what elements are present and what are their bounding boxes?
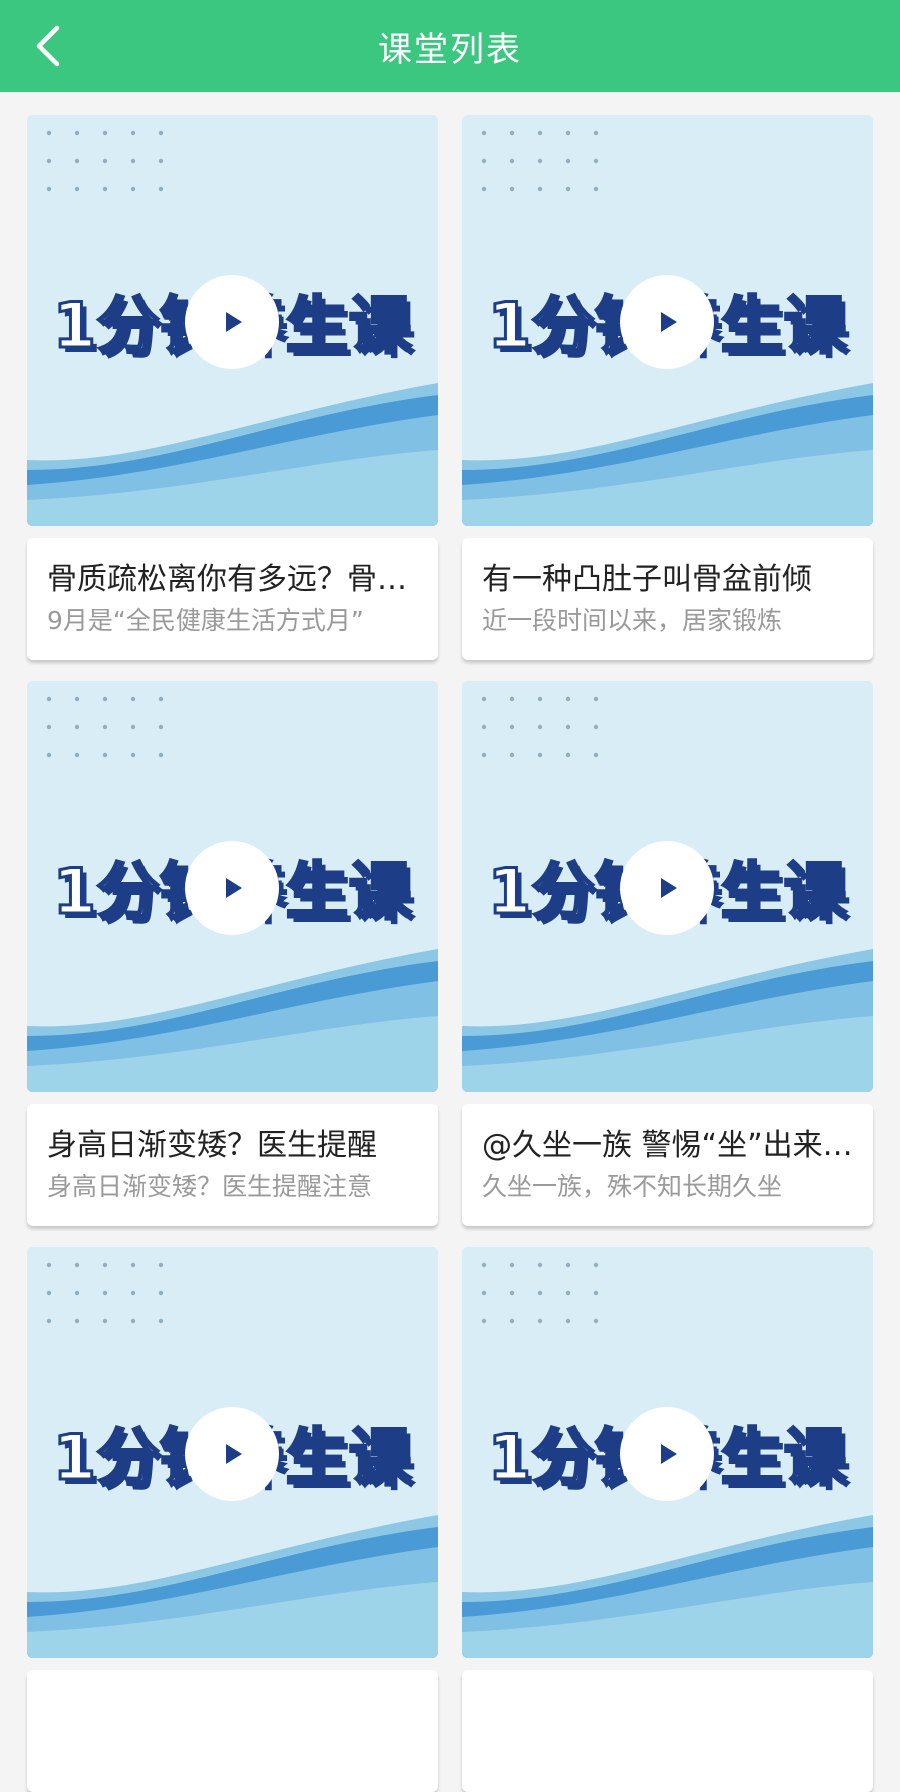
course-thumbnail[interactable]: 1分钟养生课 [462,115,873,526]
play-button[interactable] [620,841,714,935]
back-button[interactable] [20,18,76,74]
course-card-3[interactable]: 1分钟养生课 身高日渐变矮？医生提醒 身高日渐变矮？医生提醒注意 [27,681,438,1226]
course-thumbnail[interactable]: 1分钟养生课 [27,681,438,1092]
course-info[interactable]: 骨质疏松离你有多远？骨质疏松离你有多远？ 9月是“全民健康生活方式月” [27,538,438,660]
course-thumbnail[interactable]: 1分钟养生课 [462,681,873,1092]
app-header: 课堂列表 [0,0,900,92]
course-desc: 久坐一族，殊不知长期久坐 [482,1172,783,1201]
course-info[interactable]: 有一种凸肚子叫骨盆前倾 近一段时间以来，居家锻炼 [462,538,873,660]
course-info[interactable]: @久坐一族 警惕“坐”出来的病 久坐一族，殊不知长期久坐 [462,1104,873,1226]
course-info[interactable]: 身高日渐变矮？医生提醒 身高日渐变矮？医生提醒注意 [27,1104,438,1226]
page-title: 课堂列表 [378,29,522,70]
course-thumbnail[interactable]: 1分钟养生课 [462,1247,873,1658]
play-button[interactable] [620,275,714,369]
play-icon [661,878,677,898]
course-card-6[interactable]: 1分钟养生课 [462,1247,873,1792]
play-icon [661,312,677,332]
play-button[interactable] [620,1407,714,1501]
course-title: @久坐一族 警惕“坐”出来的病 [482,1128,853,1163]
play-icon [226,312,242,332]
course-desc: 9月是“全民健康生活方式月” [47,606,364,635]
course-title: 身高日渐变矮？医生提醒 [47,1128,377,1163]
course-title: 骨质疏松离你有多远？骨质疏松离你有多远？ [47,562,418,597]
course-thumbnail[interactable]: 1分钟养生课 [27,1247,438,1658]
course-desc: 身高日渐变矮？医生提醒注意 [47,1172,373,1201]
course-thumbnail[interactable]: 1分钟养生课 [27,115,438,526]
course-title: 有一种凸肚子叫骨盆前倾 [482,562,812,597]
course-card-2[interactable]: 1分钟养生课 有一种凸肚子叫骨盆前倾 近一段时间以来，居家锻炼 [462,115,873,660]
course-info[interactable] [462,1670,873,1792]
play-button[interactable] [185,275,279,369]
play-icon [226,1444,242,1464]
play-button[interactable] [185,841,279,935]
play-button[interactable] [185,1407,279,1501]
course-card-5[interactable]: 1分钟养生课 [27,1247,438,1792]
course-card-1[interactable]: 1分钟养生课 骨质疏松离你有多远？骨质疏松离你有多远？ 9月是“全民健康生活方式… [27,115,438,660]
course-grid: 1分钟养生课 骨质疏松离你有多远？骨质疏松离你有多远？ 9月是“全民健康生活方式… [27,115,873,1792]
chevron-left-icon [36,25,60,67]
play-icon [661,1444,677,1464]
course-info[interactable] [27,1670,438,1792]
course-desc: 近一段时间以来，居家锻炼 [482,606,783,635]
course-card-4[interactable]: 1分钟养生课 @久坐一族 警惕“坐”出来的病 久坐一族，殊不知长期久坐 [462,681,873,1226]
play-icon [226,878,242,898]
